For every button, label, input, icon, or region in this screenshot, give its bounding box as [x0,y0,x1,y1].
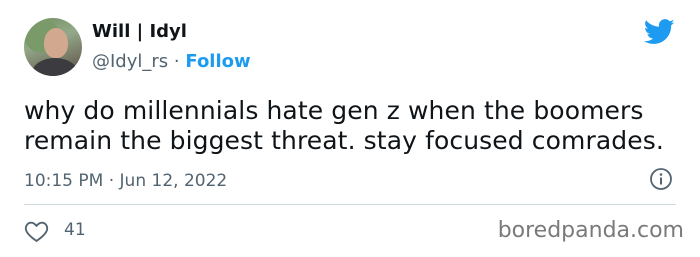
tweet-timestamp[interactable]: 10:15 PM · Jun 12, 2022 [24,171,227,191]
like-count: 41 [64,220,86,240]
tweet-time: 10:15 PM [24,171,104,191]
tweet-text: why do millennials hate gen z when the b… [24,96,664,155]
divider [24,204,676,205]
follow-button[interactable]: Follow [185,51,250,72]
twitter-bird-icon[interactable] [644,19,675,45]
timestamp-separator: · [108,171,115,191]
display-name[interactable]: Will | Idyl [92,21,187,42]
watermark: boredpanda.com [497,218,684,243]
heart-icon[interactable] [24,219,49,243]
avatar[interactable] [24,18,82,76]
handle-row: @Idyl_rs · Follow [92,51,251,72]
handle[interactable]: @Idyl_rs [92,51,168,72]
info-icon[interactable] [649,167,673,191]
tweet-date: Jun 12, 2022 [119,171,228,191]
avatar-shirt [32,58,78,76]
handle-separator: · [173,51,180,72]
avatar-face [44,28,68,58]
